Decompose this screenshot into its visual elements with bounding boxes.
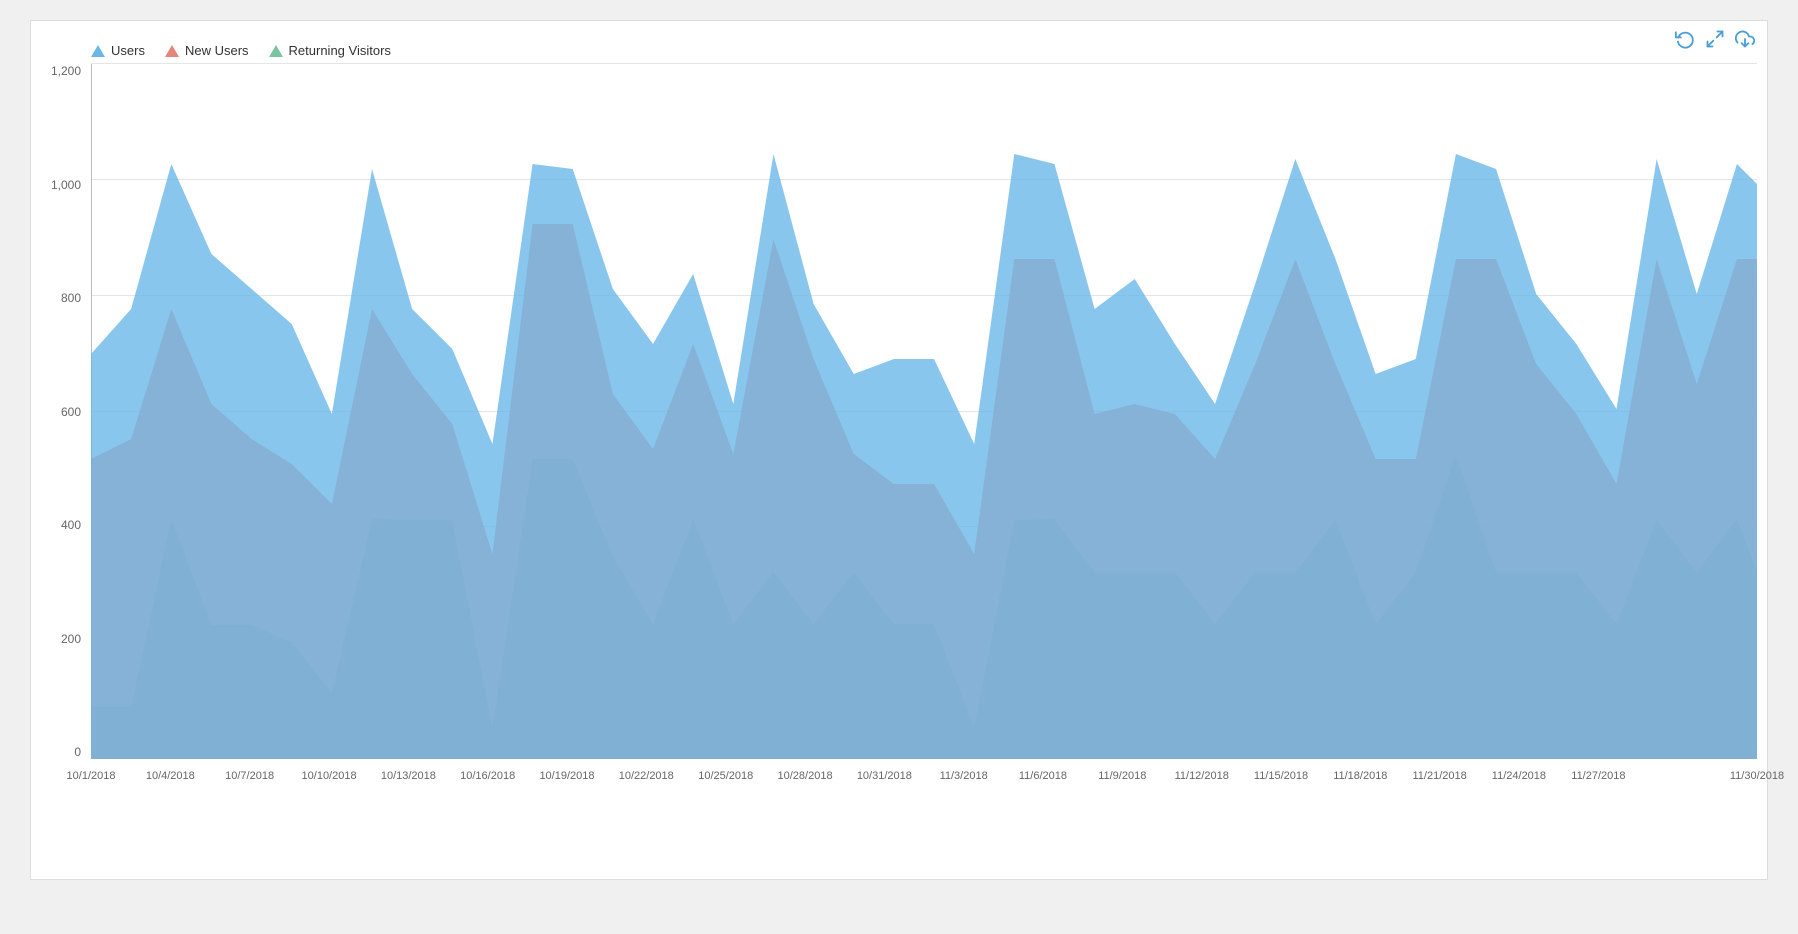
users-legend-label: Users — [111, 43, 145, 58]
x-label-12: 11/6/2018 — [1019, 770, 1067, 782]
returning-legend-label: Returning Visitors — [289, 43, 391, 58]
new-users-legend-label: New Users — [185, 43, 249, 58]
x-label-17: 11/21/2018 — [1413, 770, 1467, 782]
refresh-icon[interactable] — [1675, 29, 1695, 54]
chart-container: Users New Users Returning Visitors 0 200… — [30, 20, 1768, 880]
y-label-800: 800 — [36, 291, 81, 305]
x-label-15: 11/15/2018 — [1254, 770, 1308, 782]
users-area — [91, 154, 1757, 759]
x-label-0: 10/1/2018 — [67, 770, 116, 782]
download-icon[interactable] — [1735, 29, 1755, 54]
legend-item-new-users: New Users — [165, 43, 249, 58]
x-label-9: 10/28/2018 — [778, 770, 833, 782]
y-label-600: 600 — [36, 405, 81, 419]
x-label-13: 11/9/2018 — [1098, 770, 1146, 782]
y-label-1000: 1,000 — [36, 178, 81, 192]
x-axis: 10/1/2018 10/4/2018 10/7/2018 10/10/2018… — [91, 759, 1757, 784]
new-users-legend-icon — [165, 45, 179, 57]
x-label-11: 11/3/2018 — [940, 770, 988, 782]
chart-area: 0 200 400 600 800 1,000 1,200 — [91, 64, 1757, 784]
x-label-5: 10/16/2018 — [460, 770, 515, 782]
x-label-18: 11/24/2018 — [1492, 770, 1546, 782]
legend-item-users: Users — [91, 43, 145, 58]
legend: Users New Users Returning Visitors — [31, 31, 1767, 64]
y-label-400: 400 — [36, 518, 81, 532]
x-label-3: 10/10/2018 — [302, 770, 357, 782]
legend-item-returning: Returning Visitors — [269, 43, 391, 58]
x-label-7: 10/22/2018 — [619, 770, 674, 782]
x-label-10: 10/31/2018 — [857, 770, 912, 782]
x-label-8: 10/25/2018 — [698, 770, 753, 782]
y-label-0: 0 — [36, 745, 81, 759]
y-axis: 0 200 400 600 800 1,000 1,200 — [36, 64, 81, 784]
x-label-20: 11/30/2018 — [1730, 770, 1784, 782]
x-label-16: 11/18/2018 — [1333, 770, 1387, 782]
x-label-1: 10/4/2018 — [146, 770, 195, 782]
users-legend-icon — [91, 45, 105, 57]
expand-icon[interactable] — [1705, 29, 1725, 54]
x-label-4: 10/13/2018 — [381, 770, 436, 782]
y-label-200: 200 — [36, 632, 81, 646]
x-label-19: 11/27/2018 — [1571, 770, 1625, 782]
x-label-6: 10/19/2018 — [539, 770, 594, 782]
chart-svg — [91, 64, 1757, 759]
returning-legend-icon — [269, 45, 283, 57]
x-label-14: 11/12/2018 — [1175, 770, 1229, 782]
toolbar — [1675, 29, 1755, 54]
x-label-2: 10/7/2018 — [225, 770, 274, 782]
y-label-1200: 1,200 — [36, 64, 81, 78]
